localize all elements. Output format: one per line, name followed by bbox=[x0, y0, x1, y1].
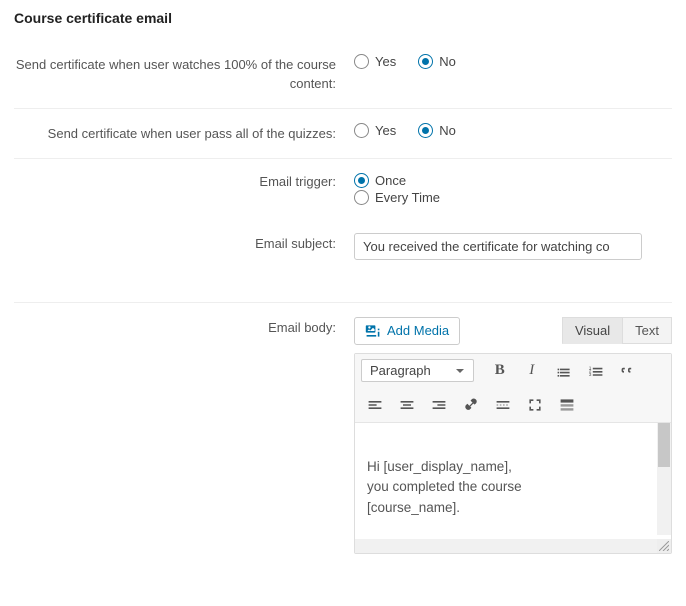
italic-button[interactable]: I bbox=[518, 358, 546, 384]
fullscreen-button[interactable] bbox=[521, 392, 549, 418]
section-title: Course certificate email bbox=[14, 10, 672, 26]
bullet-list-button[interactable] bbox=[550, 358, 578, 384]
body-line: you completed the course bbox=[367, 477, 645, 498]
radio-icon bbox=[354, 173, 369, 188]
field-label: Send certificate when user watches 100% … bbox=[14, 54, 354, 94]
body-line: Hi [user_display_name], bbox=[367, 457, 645, 478]
tab-text[interactable]: Text bbox=[622, 317, 672, 344]
field-email-subject: Email subject: bbox=[14, 219, 672, 274]
field-email-body: Email body: Add Media Visual Text Paragr… bbox=[14, 302, 672, 554]
resize-handle[interactable] bbox=[657, 539, 671, 553]
chevron-down-icon bbox=[455, 366, 465, 376]
radio-icon bbox=[418, 54, 433, 69]
trigger-once[interactable]: Once bbox=[354, 173, 406, 188]
radio-label: No bbox=[439, 123, 456, 138]
field-label: Email trigger: bbox=[14, 173, 354, 192]
radio-label: Yes bbox=[375, 54, 396, 69]
editor-tabs: Visual Text bbox=[562, 317, 672, 344]
blockquote-button[interactable] bbox=[614, 358, 642, 384]
format-select[interactable]: Paragraph bbox=[361, 359, 474, 382]
pass-quizzes-yes[interactable]: Yes bbox=[354, 123, 396, 138]
field-label: Email subject: bbox=[14, 233, 354, 254]
radio-icon bbox=[354, 123, 369, 138]
rich-text-editor: Paragraph B I 123 bbox=[354, 353, 672, 554]
vertical-scrollbar[interactable] bbox=[657, 423, 671, 535]
watch100-no[interactable]: No bbox=[418, 54, 456, 69]
horizontal-scrollbar[interactable] bbox=[355, 539, 657, 553]
email-subject-input[interactable] bbox=[354, 233, 642, 260]
toolbar-toggle-button[interactable] bbox=[553, 392, 581, 418]
svg-text:3: 3 bbox=[589, 371, 592, 377]
align-right-button[interactable] bbox=[425, 392, 453, 418]
editor-body[interactable]: Hi [user_display_name], you completed th… bbox=[355, 423, 657, 553]
field-pass-quizzes: Send certificate when user pass all of t… bbox=[14, 108, 672, 158]
tab-visual[interactable]: Visual bbox=[562, 317, 623, 344]
trigger-every-time[interactable]: Every Time bbox=[354, 190, 440, 205]
field-label: Send certificate when user pass all of t… bbox=[14, 123, 354, 144]
field-label: Email body: bbox=[14, 317, 354, 338]
editor-toolbar: Paragraph B I 123 bbox=[355, 354, 671, 423]
watch100-yes[interactable]: Yes bbox=[354, 54, 396, 69]
radio-icon bbox=[354, 190, 369, 205]
radio-label: Once bbox=[375, 173, 406, 188]
radio-label: Every Time bbox=[375, 190, 440, 205]
field-watch-100: Send certificate when user watches 100% … bbox=[14, 40, 672, 108]
link-button[interactable] bbox=[457, 392, 485, 418]
numbered-list-button[interactable]: 123 bbox=[582, 358, 610, 384]
format-selected: Paragraph bbox=[370, 363, 431, 378]
bold-button[interactable]: B bbox=[486, 358, 514, 384]
radio-label: Yes bbox=[375, 123, 396, 138]
body-line: [course_name]. bbox=[367, 498, 645, 519]
radio-icon bbox=[418, 123, 433, 138]
media-icon bbox=[365, 323, 381, 339]
radio-icon bbox=[354, 54, 369, 69]
align-left-button[interactable] bbox=[361, 392, 389, 418]
field-email-trigger: Email trigger: Once Every Time bbox=[14, 158, 672, 219]
radio-label: No bbox=[439, 54, 456, 69]
align-center-button[interactable] bbox=[393, 392, 421, 418]
add-media-label: Add Media bbox=[387, 323, 449, 338]
add-media-button[interactable]: Add Media bbox=[354, 317, 460, 345]
pass-quizzes-no[interactable]: No bbox=[418, 123, 456, 138]
insert-more-button[interactable] bbox=[489, 392, 517, 418]
